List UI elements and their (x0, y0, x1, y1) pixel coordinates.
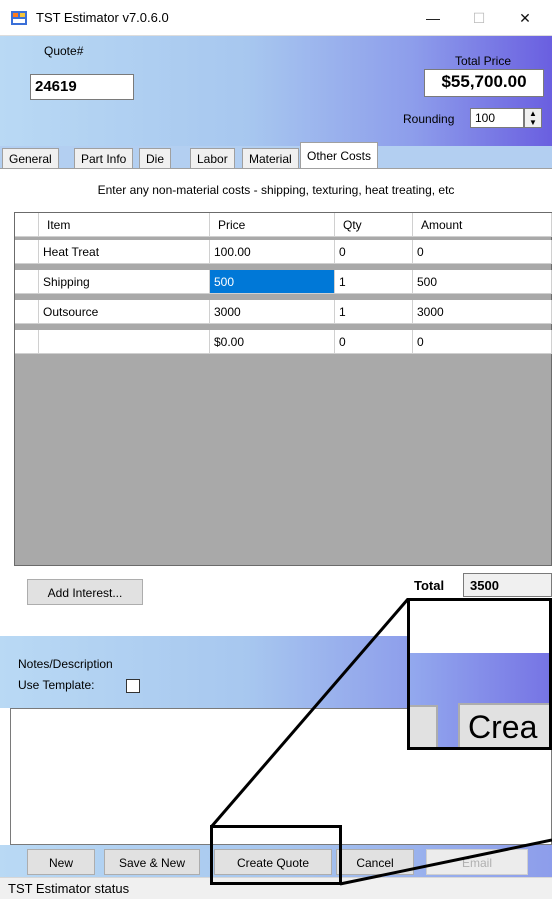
notes-label: Notes/Description (18, 657, 113, 671)
tab-material[interactable]: Material (242, 148, 299, 168)
column-header-item[interactable]: Item (39, 213, 210, 237)
cell-price[interactable]: 3000 (210, 300, 335, 324)
close-icon: ✕ (519, 9, 531, 26)
tab-other-costs[interactable]: Other Costs (300, 142, 379, 169)
row-header-corner (15, 213, 39, 237)
zoom-callout: Crea (407, 598, 552, 750)
instructions-text: Enter any non-material costs - shipping,… (97, 183, 455, 197)
quote-label: Quote# (44, 44, 84, 58)
tab-labor[interactable]: Labor (190, 148, 235, 168)
cell-qty[interactable]: 0 (335, 240, 413, 264)
rounding-input[interactable]: 100 (470, 108, 524, 128)
quote-number-field[interactable]: 24619 (30, 74, 134, 100)
cell-price[interactable]: 100.00 (210, 240, 335, 264)
cell-amount[interactable]: 3000 (413, 300, 552, 324)
other-costs-grid[interactable] (14, 212, 552, 566)
app-icon (11, 11, 27, 25)
row-header[interactable] (15, 270, 39, 294)
tab-general[interactable]: General (2, 148, 59, 168)
maximize-icon: ☐ (472, 9, 486, 26)
tab-die[interactable]: Die (139, 148, 172, 168)
total-price-label: Total Price (455, 54, 512, 68)
cell-amount[interactable]: 0 (413, 330, 552, 354)
tab-part-info[interactable]: Part Info (74, 148, 134, 168)
cell-item[interactable]: Outsource (39, 300, 210, 324)
save-new-button[interactable]: Save & New (104, 849, 200, 875)
add-interest-button[interactable]: Add Interest... (27, 579, 143, 605)
row-header-new[interactable] (15, 330, 39, 354)
cell-amount[interactable]: 0 (413, 240, 552, 264)
highlight-box (210, 825, 342, 885)
minimize-button[interactable]: — (410, 0, 456, 36)
maximize-button[interactable]: ☐ (456, 0, 502, 36)
use-template-label: Use Template: (18, 678, 95, 692)
minimize-icon: — (426, 10, 440, 26)
cell-item[interactable]: Shipping (39, 270, 210, 294)
total-value: 3500 (463, 573, 552, 597)
row-header[interactable] (15, 300, 39, 324)
cell-item[interactable]: Heat Treat (39, 240, 210, 264)
cell-item[interactable] (39, 330, 210, 354)
cell-qty[interactable]: 0 (335, 330, 413, 354)
new-button[interactable]: New (27, 849, 95, 875)
rounding-spinner[interactable]: ▲ ▼ (524, 108, 542, 128)
close-button[interactable]: ✕ (502, 0, 548, 36)
total-price-field: $55,700.00 (424, 69, 544, 97)
spin-up-icon[interactable]: ▲ (529, 110, 537, 118)
cell-qty[interactable]: 1 (335, 300, 413, 324)
rounding-label: Rounding (403, 112, 455, 126)
window-title: TST Estimator v7.0.6.0 (36, 10, 169, 25)
zoom-create-button: Crea (458, 703, 549, 747)
column-header-qty[interactable]: Qty (335, 213, 413, 237)
column-header-amount[interactable]: Amount (413, 213, 552, 237)
total-label: Total (414, 578, 445, 593)
zoom-button-left (410, 705, 438, 747)
cell-amount[interactable]: 500 (413, 270, 552, 294)
row-header[interactable] (15, 240, 39, 264)
use-template-checkbox[interactable] (126, 679, 140, 693)
spin-down-icon[interactable]: ▼ (529, 119, 537, 127)
cancel-button[interactable]: Cancel (336, 849, 414, 875)
email-button: Email (426, 849, 528, 875)
cell-price-selected[interactable]: 500 (210, 270, 335, 294)
column-header-price[interactable]: Price (210, 213, 335, 237)
cell-price[interactable]: $0.00 (210, 330, 335, 354)
cell-qty[interactable]: 1 (335, 270, 413, 294)
